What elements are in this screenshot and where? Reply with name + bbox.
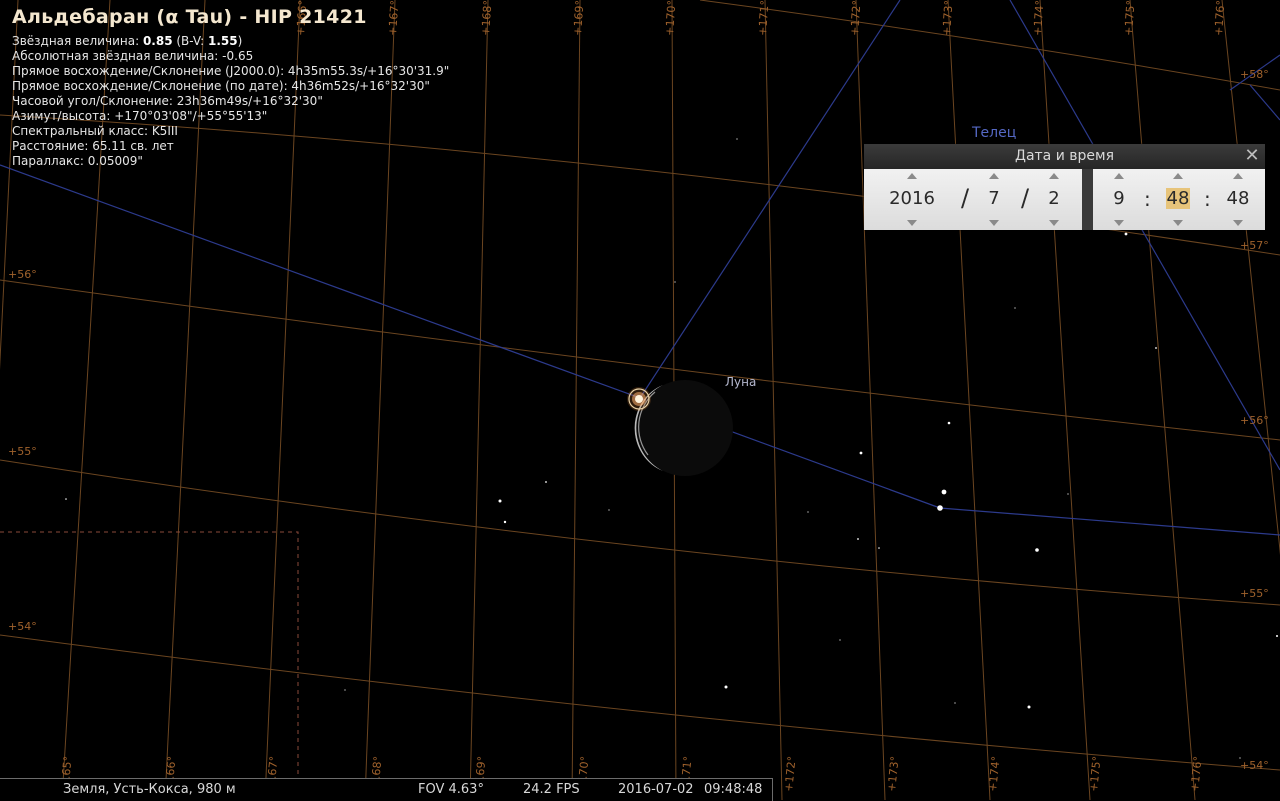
year-spinbox[interactable]: 2016 <box>886 169 938 230</box>
magnitude-value: 0.85 <box>142 34 173 48</box>
day-value[interactable]: 2 <box>1039 188 1069 210</box>
azimuth-grid-label-top: +169° <box>571 0 586 36</box>
altitude-grid-label-right: +55° <box>1240 587 1269 600</box>
azimuth-grid-label-top: +171° <box>756 0 771 36</box>
dialog-body: 2016 / 7 / 2 9 : 48 : 48 <box>864 169 1265 230</box>
ra-dec-j2000: Прямое восхождение/Склонение (J2000.0): … <box>12 64 450 78</box>
moon-label: Луна <box>725 375 757 389</box>
time-separator: : <box>1204 187 1211 211</box>
time-separator: : <box>1144 187 1151 211</box>
bv-label: (B-V: <box>172 34 208 48</box>
ra-dec-date: Прямое восхождение/Склонение (по дате): … <box>12 79 430 93</box>
fps: 24.2 FPS <box>523 782 580 797</box>
time: 09:48:48 <box>704 782 763 797</box>
month-value[interactable]: 7 <box>979 188 1009 210</box>
bv-value: 1.55 <box>208 34 238 48</box>
day-decrement-icon[interactable] <box>1049 220 1059 226</box>
altitude-grid-label-right: +54° <box>1240 759 1269 772</box>
dialog-separator <box>1082 169 1093 230</box>
date-time-dialog: Дата и время ✕ 2016 / 7 / 2 9 : 48: 48 <box>864 144 1265 230</box>
azimuth-grid-label-bottom: +172° <box>782 755 799 792</box>
azimuth-grid-label-bottom: +176° <box>1188 755 1205 792</box>
azimuth-grid-label-bottom: +175° <box>1087 755 1104 792</box>
altitude-grid-label-left: +56° <box>8 268 37 281</box>
minute-value-text[interactable]: 48 <box>1165 188 1191 209</box>
azimuth-grid-label-top: +175° <box>1122 0 1137 36</box>
minute-decrement-icon[interactable] <box>1173 220 1183 226</box>
second-value[interactable]: 48 <box>1222 188 1254 210</box>
azimuth-grid-label-top: +168° <box>479 0 494 36</box>
status-bar: Земля, Усть-Кокса, 980 м FOV 4.63° 24.2 … <box>0 778 773 801</box>
hour-spinbox[interactable]: 9 <box>1104 169 1134 230</box>
altitude-grid-label-left: +54° <box>8 620 37 633</box>
date: 2016-07-02 <box>618 782 694 797</box>
magnitude-line: Звёздная величина: 0.85 (B-V: 1.55) <box>12 34 449 49</box>
hour-angle: Часовой угол/Склонение: 23h36m49s/+16°32… <box>12 94 323 108</box>
second-increment-icon[interactable] <box>1233 173 1243 179</box>
altitude-grid-label-right: +56° <box>1240 414 1269 427</box>
close-icon[interactable]: ✕ <box>1243 146 1261 166</box>
parallax: Параллакс: 0.05009" <box>12 154 143 168</box>
month-spinbox[interactable]: 7 <box>979 169 1009 230</box>
dialog-titlebar[interactable]: Дата и время <box>864 144 1265 169</box>
absolute-magnitude: Абсолютная звёздная величина: -0.65 <box>12 49 254 63</box>
location: Земля, Усть-Кокса, 980 м <box>63 782 236 797</box>
azimuth-grid-label-bottom: +174° <box>986 755 1003 792</box>
second-spinbox[interactable]: 48 <box>1222 169 1254 230</box>
altitude-grid-label-left: +55° <box>8 445 37 458</box>
fov: FOV 4.63° <box>418 782 484 797</box>
date-separator: / <box>1021 184 1030 212</box>
year-value[interactable]: 2016 <box>886 188 938 210</box>
day-increment-icon[interactable] <box>1049 173 1059 179</box>
altitude-grid-label-right: +58° <box>1240 68 1269 81</box>
azimuth-grid-label-top: +174° <box>1031 0 1046 36</box>
azimuth-altitude: Азимут/высота: +170°03'08"/+55°55'13" <box>12 109 268 123</box>
hour-value[interactable]: 9 <box>1104 188 1134 210</box>
minute-spinbox[interactable]: 48 <box>1162 169 1194 230</box>
minute-value[interactable]: 48 <box>1162 188 1194 210</box>
hour-increment-icon[interactable] <box>1114 173 1124 179</box>
day-spinbox[interactable]: 2 <box>1039 169 1069 230</box>
minute-increment-icon[interactable] <box>1173 173 1183 179</box>
azimuth-grid-label-top: +170° <box>663 0 678 36</box>
year-decrement-icon[interactable] <box>907 220 917 226</box>
altitude-grid-label-right: +57° <box>1240 239 1269 252</box>
azimuth-grid-label-top: +176° <box>1212 0 1227 36</box>
year-increment-icon[interactable] <box>907 173 917 179</box>
magnitude-label: Звёздная величина: <box>12 34 143 48</box>
date-separator: / <box>961 184 970 212</box>
month-increment-icon[interactable] <box>989 173 999 179</box>
bv-close: ) <box>237 34 243 48</box>
object-title: Альдебаран (α Tau) - HIP 21421 <box>12 6 367 28</box>
azimuth-grid-label-top: +173° <box>940 0 955 36</box>
azimuth-grid-label-top: +172° <box>848 0 863 36</box>
hour-decrement-icon[interactable] <box>1114 220 1124 226</box>
month-decrement-icon[interactable] <box>989 220 999 226</box>
azimuth-grid-label-bottom: +173° <box>885 755 902 792</box>
dialog-title: Дата и время <box>1015 148 1114 164</box>
distance: Расстояние: 65.11 св. лет <box>12 139 174 153</box>
aldebaran-star[interactable] <box>627 387 651 411</box>
object-info-panel: Альдебаран (α Tau) - HIP 21421 Звёздная … <box>12 6 450 169</box>
spectral-class: Спектральный класс: K5III <box>12 124 178 138</box>
second-decrement-icon[interactable] <box>1233 220 1243 226</box>
constellation-boundary <box>0 531 299 800</box>
constellation-label: Телец <box>972 125 1017 141</box>
